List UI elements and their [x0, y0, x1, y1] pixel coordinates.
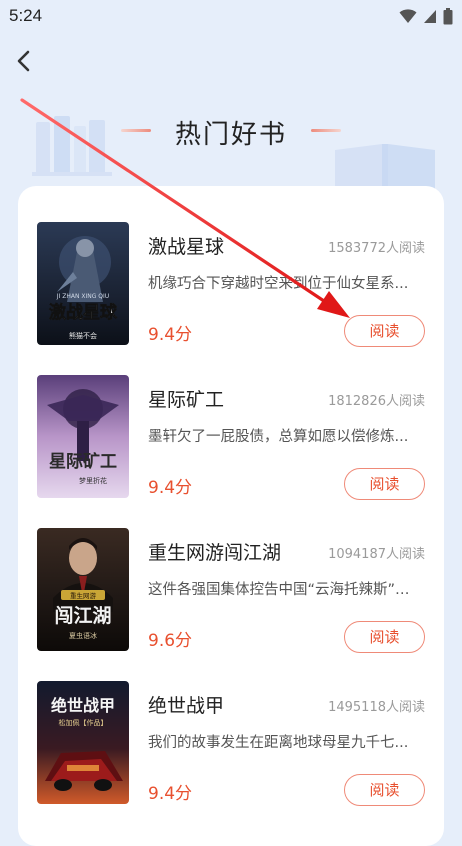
status-bar: 5:24 [0, 0, 462, 34]
list-item[interactable]: 绝世战甲 松加佩【作品】 绝世战甲 1495118人阅读 我们的故事发生在距离地… [18, 645, 444, 806]
svg-text:重生网游: 重生网游 [70, 591, 97, 600]
wifi-icon [399, 9, 417, 23]
book-description: 这件各强国集体控告中国“云海托辣斯”的... [148, 582, 416, 598]
book-title[interactable]: 星际矿工 [148, 385, 224, 412]
signal-icon [424, 9, 436, 23]
svg-text:夏虫语冰: 夏虫语冰 [69, 631, 97, 640]
book-title[interactable]: 激战星球 [148, 232, 224, 259]
read-button[interactable]: 阅读 [344, 774, 425, 806]
status-icons [399, 7, 453, 25]
page-title: 热门好书 [174, 120, 287, 150]
title-decoration-right [311, 129, 341, 132]
list-item[interactable]: 重生网游 闯江湖 夏虫语冰 重生网游闯江湖 1094187人阅读 这件各强国集体… [18, 492, 444, 653]
svg-text:激战星球: 激战星球 [49, 302, 118, 323]
book-list-card: JI ZHAN XING QIU 激战星球 熊猫不会 激战星球 1583772人… [18, 186, 444, 846]
svg-text:绝世战甲: 绝世战甲 [51, 696, 115, 715]
reader-count: 1812826人阅读 [328, 394, 425, 409]
status-time: 5:24 [9, 6, 43, 25]
reader-count: 1495118人阅读 [328, 700, 425, 715]
svg-text:星际矿工: 星际矿工 [49, 451, 117, 472]
book-description: 我们的故事发生在距离地球母星九千七... [148, 735, 409, 751]
book-cover-image[interactable]: 重生网游 闯江湖 夏虫语冰 [37, 528, 129, 651]
back-arrow-icon [17, 50, 30, 72]
svg-text:闯江湖: 闯江湖 [54, 604, 111, 627]
book-rating: 9.4分 [148, 784, 193, 804]
svg-text:JI ZHAN XING QIU: JI ZHAN XING QIU [56, 293, 109, 300]
back-button[interactable] [10, 46, 40, 76]
book-title[interactable]: 重生网游闯江湖 [148, 538, 281, 565]
book-title[interactable]: 绝世战甲 [148, 691, 224, 718]
svg-text:松加佩【作品】: 松加佩【作品】 [59, 718, 108, 727]
battery-icon [443, 7, 453, 24]
svg-text:梦里折花: 梦里折花 [79, 476, 107, 485]
page-title-bar: 热门好书 [0, 110, 462, 150]
book-cover-image[interactable]: JI ZHAN XING QIU 激战星球 熊猫不会 [37, 222, 129, 345]
reader-count: 1583772人阅读 [328, 241, 425, 256]
book-description: 机缘巧合下穿越时空来到位于仙女星系... [148, 276, 409, 292]
title-decoration-left [121, 129, 151, 132]
reader-count: 1094187人阅读 [328, 547, 425, 562]
book-cover-image[interactable]: 星际矿工 梦里折花 [37, 375, 129, 498]
list-item[interactable]: 星际矿工 梦里折花 星际矿工 1812826人阅读 墨轩欠了一屁股债，总算如愿以… [18, 339, 444, 500]
list-item[interactable]: JI ZHAN XING QIU 激战星球 熊猫不会 激战星球 1583772人… [18, 186, 444, 347]
book-description: 墨轩欠了一屁股债，总算如愿以偿修炼... [148, 429, 409, 445]
book-cover-image[interactable]: 绝世战甲 松加佩【作品】 [37, 681, 129, 804]
